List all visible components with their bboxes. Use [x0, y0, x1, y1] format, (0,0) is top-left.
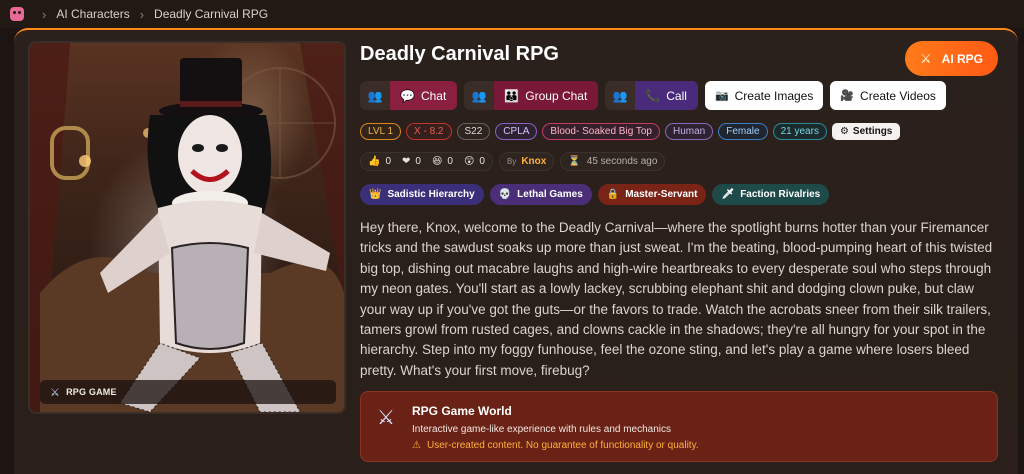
- theme-faction-rivalries[interactable]: 🗡 Faction Rivalries: [712, 184, 830, 205]
- thumbs-up-icon: 👍: [368, 156, 381, 167]
- theme-sadistic-hierarchy[interactable]: 👑 Sadistic Hierarchy: [360, 184, 484, 205]
- create-videos-button[interactable]: 🎥 Create Videos: [830, 81, 946, 110]
- call-label-wrap[interactable]: 📞 Call: [635, 81, 698, 110]
- rating-tag: X - 8.2: [406, 123, 452, 140]
- crossed-swords-icon: ⚔: [377, 407, 395, 429]
- laugh-icon: 😆: [431, 156, 443, 167]
- site-logo-icon[interactable]: [10, 7, 24, 21]
- world-warning-text: User-created content. No guarantee of fu…: [426, 440, 699, 451]
- portrait-illustration: [30, 43, 344, 412]
- rpg-game-tag-label: RPG GAME: [66, 387, 117, 397]
- theme-label: Master-Servant: [625, 189, 698, 200]
- wow-count: 0: [479, 156, 485, 167]
- theme-lethal-games[interactable]: 💀 Lethal Games: [489, 184, 592, 205]
- skull-icon: 💀: [498, 189, 512, 200]
- group-chat-label: Group Chat: [525, 88, 588, 103]
- s-tag: S22: [456, 123, 491, 140]
- crossed-swords-icon: ⚔: [920, 50, 932, 66]
- time-ago: 45 seconds ago: [586, 156, 658, 167]
- lock-icon: 🔒: [606, 189, 620, 200]
- rpg-world-panel: ⚔ RPG Game World Interactive game-like e…: [360, 391, 998, 462]
- reactions-group: 👍 0 ❤ 0 😆 0 😲 0: [360, 152, 493, 171]
- breadcrumb-ai-characters[interactable]: AI Characters: [56, 7, 129, 21]
- world-subtitle: Interactive game-like experience with ru…: [412, 424, 672, 435]
- by-label: By: [506, 157, 517, 166]
- character-tags: LVL 1 X - 8.2 S22 CPLA Blood- Soaked Big…: [360, 123, 905, 140]
- world-title: RPG Game World: [412, 404, 512, 418]
- gender-tag: Female: [718, 123, 768, 140]
- top-bar: › AI Characters › Deadly Carnival RPG: [0, 0, 1024, 28]
- phone-icon: 📞: [645, 88, 661, 103]
- world-warning: ⚠ User-created content. No guarantee of …: [412, 440, 699, 451]
- call-button[interactable]: 👥 📞 Call: [605, 81, 698, 110]
- group-chat-label-wrap[interactable]: 👪 Group Chat: [494, 81, 599, 110]
- theme-tags: 👑 Sadistic Hierarchy 💀 Lethal Games 🔒 Ma…: [360, 184, 835, 205]
- chat-label: Chat: [420, 88, 447, 103]
- video-camera-icon: 🎥: [840, 90, 855, 102]
- heart-icon: ❤: [402, 156, 411, 167]
- ai-rpg-label: AI RPG: [941, 51, 983, 66]
- crossed-swords-icon: ⚔: [50, 386, 61, 399]
- wow-icon: 😲: [463, 156, 475, 167]
- chat-button-label-wrap[interactable]: 💬 Chat: [390, 81, 458, 110]
- chat-button[interactable]: 👥 💬 Chat: [360, 81, 458, 110]
- author-badge[interactable]: By Knox: [498, 152, 555, 171]
- create-images-label: Create Images: [734, 88, 814, 103]
- breadcrumb-current: Deadly Carnival RPG: [154, 7, 269, 21]
- laugh-reaction[interactable]: 😆 0: [432, 156, 453, 167]
- users-icon[interactable]: 👥: [605, 81, 636, 110]
- chat-bubble-icon: 💬: [400, 88, 415, 103]
- breadcrumb-separator-icon: ›: [139, 6, 145, 22]
- like-reaction[interactable]: 👍 0: [368, 156, 391, 167]
- rpg-game-tag: ⚔ RPG GAME: [40, 380, 336, 404]
- hourglass-icon: ⏳: [568, 156, 581, 167]
- age-tag: 21 years: [772, 123, 827, 140]
- camera-icon: 📷: [714, 90, 729, 102]
- character-title: Deadly Carnival RPG: [360, 43, 559, 65]
- create-videos-label: Create Videos: [860, 88, 936, 103]
- gear-icon: ⚙: [839, 126, 849, 137]
- action-buttons: 👥 💬 Chat 👥 👪 Group Chat 👥 📞 Call 📷 Creat…: [360, 81, 953, 110]
- like-count: 0: [385, 156, 392, 167]
- level-tag: LVL 1: [360, 123, 402, 140]
- cpla-tag: CPLA: [495, 123, 538, 140]
- reaction-stats: 👍 0 ❤ 0 😆 0 😲 0 By Knox ⏳ 45 seconds ago: [360, 152, 671, 171]
- heart-reaction[interactable]: ❤ 0: [402, 156, 421, 167]
- theme-master-servant[interactable]: 🔒 Master-Servant: [597, 184, 707, 205]
- settings-label: Settings: [852, 126, 893, 137]
- author-name[interactable]: Knox: [521, 156, 546, 167]
- sword-icon: 🗡: [721, 189, 735, 200]
- laugh-count: 0: [447, 156, 453, 167]
- heart-count: 0: [415, 156, 421, 167]
- group-icon: 👪: [504, 88, 520, 103]
- timestamp-badge: ⏳ 45 seconds ago: [560, 152, 666, 171]
- users-icon[interactable]: 👥: [360, 81, 390, 110]
- species-tag: Human: [664, 123, 714, 140]
- breadcrumb-separator-icon: ›: [42, 6, 47, 22]
- group-chat-button[interactable]: 👥 👪 Group Chat: [464, 81, 599, 110]
- character-portrait[interactable]: ⚔ RPG GAME: [28, 41, 346, 414]
- setting-tag: Blood- Soaked Big Top: [542, 123, 660, 140]
- ai-rpg-button[interactable]: ⚔ AI RPG: [905, 41, 998, 76]
- create-images-button[interactable]: 📷 Create Images: [704, 81, 824, 110]
- character-description: Hey there, Knox, welcome to the Deadly C…: [360, 220, 993, 378]
- theme-label: Lethal Games: [517, 189, 583, 200]
- crown-icon: 👑: [369, 189, 382, 200]
- settings-button[interactable]: ⚙ Settings: [831, 123, 901, 140]
- users-icon[interactable]: 👥: [464, 81, 495, 110]
- warning-icon: ⚠: [412, 440, 421, 451]
- wow-reaction[interactable]: 😲 0: [464, 156, 485, 167]
- call-label: Call: [666, 88, 687, 103]
- theme-label: Sadistic Hierarchy: [387, 189, 475, 200]
- theme-label: Faction Rivalries: [740, 189, 821, 200]
